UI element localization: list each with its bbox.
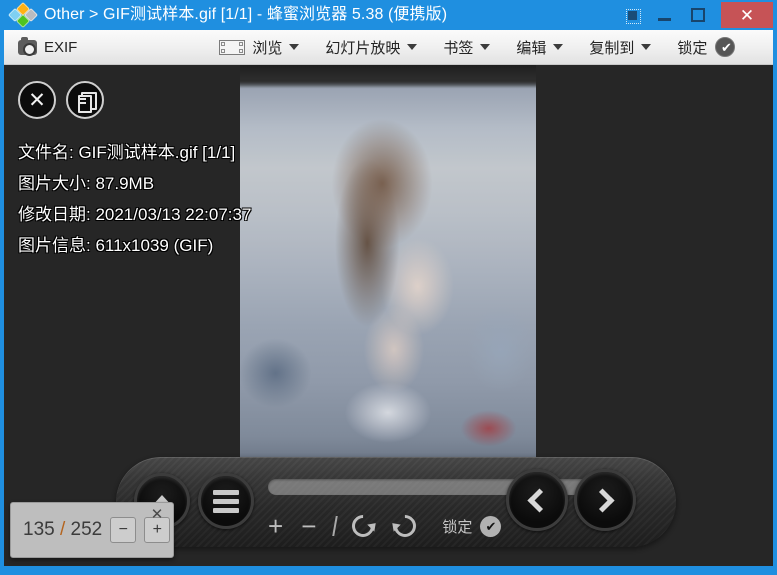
camera-icon (18, 36, 37, 56)
displayed-image (240, 65, 536, 460)
menu-button[interactable] (198, 473, 254, 529)
popup-close-button[interactable]: ✕ (149, 507, 165, 523)
toolbar-copy-to-button[interactable]: 复制到 (589, 31, 652, 64)
copy-pages-icon (77, 91, 97, 113)
toolbar-bookmark-label: 书签 (443, 39, 474, 57)
chevron-down-icon (407, 44, 418, 50)
counter-separator: / (59, 519, 66, 540)
toolbar-slideshow-button[interactable]: 幻灯片放映 (325, 31, 418, 64)
counter-current: 135 (23, 519, 55, 540)
window-title: Other > GIF测试样本.gif [1/1] - 蜂蜜浏览器 5.38 (… (44, 6, 448, 23)
bottom-lock-label[interactable]: 锁定 (442, 516, 472, 537)
position-slider[interactable] (268, 479, 626, 495)
chevron-down-icon (289, 44, 300, 50)
toolbar-browse-button[interactable]: 浏览 (219, 31, 300, 64)
next-image-button[interactable] (574, 469, 636, 531)
chevron-right-icon (590, 487, 615, 513)
toolbar-slideshow-label: 幻灯片放映 (325, 39, 401, 57)
chevron-down-icon (480, 44, 491, 50)
previous-image-button[interactable] (506, 469, 568, 531)
toolbar-edit-button[interactable]: 编辑 (516, 31, 564, 64)
info-filename: 文件名: GIF测试样本.gif [1/1] (18, 143, 236, 162)
pin-icon (625, 8, 641, 24)
title-bar: Other > GIF测试样本.gif [1/1] - 蜂蜜浏览器 5.38 (… (0, 0, 777, 30)
counter-total: 252 (70, 519, 103, 540)
honeyview-window: Other > GIF测试样本.gif [1/1] - 蜂蜜浏览器 5.38 (… (0, 0, 777, 575)
maximize-icon (691, 8, 705, 22)
close-image-button[interactable]: ✕ (18, 81, 56, 119)
main-toolbar: EXIF 浏览 幻灯片放映 书签 编辑 复制到 锁定 (4, 30, 773, 65)
divider (332, 516, 339, 536)
image-viewer-area[interactable]: ✕ 文件名: GIF测试样本.gif [1/1] 图片大小: 87.9MB 修改… (4, 65, 773, 566)
toolbar-bookmark-button[interactable]: 书签 (443, 31, 491, 64)
app-logo-icon (7, 1, 39, 29)
bottom-control-bar: + − 锁定 (116, 457, 676, 547)
rotate-counterclockwise-button[interactable] (347, 510, 379, 542)
info-size: 图片大小: 87.9MB (18, 174, 155, 193)
page-counter-popup: 135 / 252 − + ✕ (10, 502, 174, 558)
close-window-button[interactable]: ✕ (721, 2, 773, 28)
copy-image-button[interactable] (66, 81, 104, 119)
toolbar-exif-label: EXIF (44, 38, 78, 56)
lock-check-icon (715, 37, 736, 58)
fit-window-icon (219, 39, 246, 55)
hamburger-menu-icon (213, 486, 239, 517)
toolbar-lock-label: 锁定 (677, 39, 708, 57)
pin-on-top-button[interactable] (617, 0, 647, 30)
zoom-out-button[interactable]: − (301, 513, 316, 539)
toolbar-lock-button[interactable]: 锁定 (677, 31, 736, 64)
counter-decrease-button[interactable]: − (110, 517, 137, 543)
chevron-down-icon (641, 44, 652, 50)
toolbar-edit-label: 编辑 (516, 39, 547, 57)
maximize-button[interactable] (681, 0, 715, 30)
toolbar-exif-button[interactable]: EXIF (18, 31, 77, 64)
window-controls: ✕ (617, 0, 777, 30)
info-modified: 修改日期: 2021/03/13 22:07:37 (18, 205, 252, 224)
chevron-down-icon (553, 44, 564, 50)
rotate-clockwise-button[interactable] (389, 510, 421, 542)
chevron-left-icon (527, 487, 552, 513)
lock-check-icon[interactable] (480, 515, 502, 537)
minimize-button[interactable] (647, 0, 681, 30)
page-counter-text: 135 / 252 (23, 519, 102, 541)
zoom-and-rotate-controls: + − 锁定 (268, 509, 502, 543)
zoom-in-button[interactable]: + (268, 513, 283, 539)
image-info-overlay: 文件名: GIF测试样本.gif [1/1] 图片大小: 87.9MB 修改日期… (18, 137, 251, 261)
toolbar-copy-to-label: 复制到 (589, 39, 635, 57)
minimize-icon (657, 17, 671, 21)
toolbar-browse-label: 浏览 (252, 39, 283, 57)
info-image-info: 图片信息: 611x1039 (GIF) (18, 236, 214, 255)
